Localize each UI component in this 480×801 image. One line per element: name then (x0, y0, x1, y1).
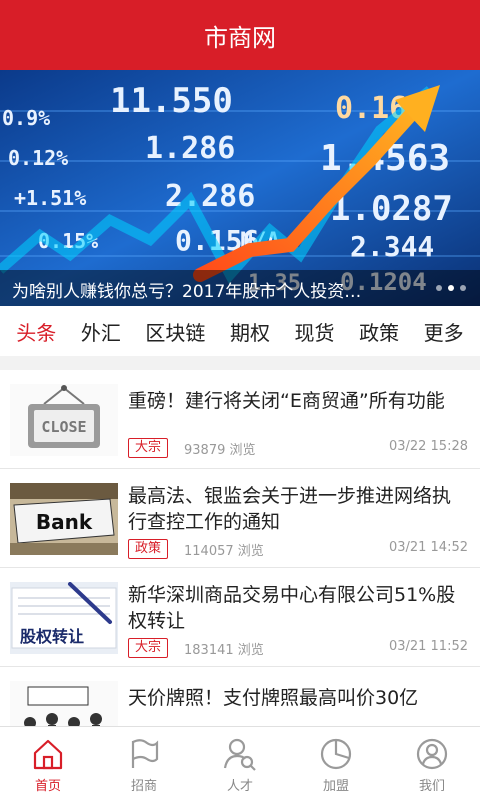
app-header: 市商网 (0, 0, 480, 70)
publish-date: 03/21 14:52 (388, 540, 468, 555)
view-count: 114057 浏览 (184, 544, 264, 559)
app-title: 市商网 (204, 23, 276, 52)
article-thumbnail: CLOSE (10, 384, 118, 456)
pie-chart-icon (320, 738, 352, 770)
carousel-dot-active (448, 285, 454, 291)
article-thumbnail: Bank (10, 483, 118, 555)
tab-more[interactable]: 更多 (424, 317, 464, 346)
nav-invest[interactable]: 招商 (96, 727, 192, 801)
category-tag: 大宗 (128, 438, 169, 458)
article-title: 重磅！建行将关闭“E商贸通”所有功能 (128, 390, 445, 412)
tab-policy[interactable]: 政策 (359, 317, 399, 346)
tab-headlines[interactable]: 头条 (16, 317, 56, 346)
carousel-dot (460, 285, 466, 291)
svg-text:1.286: 1.286 (145, 131, 235, 166)
svg-text:Bank: Bank (36, 510, 93, 534)
article-meta: 大宗 93879 浏览 03/22 15:28 (128, 438, 468, 458)
svg-text:CLOSE: CLOSE (41, 418, 86, 436)
tab-options[interactable]: 期权 (230, 317, 270, 346)
tab-spot[interactable]: 现货 (295, 317, 335, 346)
banner-caption: 为啥别人赚钱你总亏？2017年股市个人投资… (0, 270, 480, 306)
bottom-nav: 首页 招商 人才 加盟 我们 (0, 726, 480, 801)
nav-label: 招商 (130, 779, 157, 794)
nav-home[interactable]: 首页 (0, 727, 96, 801)
publish-date: 03/21 11:52 (388, 639, 468, 654)
svg-text:11.550: 11.550 (110, 81, 233, 121)
article-item[interactable]: Bank 最高法、银监会关于进一步推进网络执行查控工作的通知 政策 114057… (0, 469, 480, 568)
nav-join[interactable]: 加盟 (288, 727, 384, 801)
banner-carousel[interactable]: 11.550 1.286 2.286 0.156 1.4563 1.0287 2… (0, 70, 480, 306)
user-circle-icon (416, 738, 448, 770)
svg-text:1.0287: 1.0287 (330, 189, 453, 229)
article-item[interactable]: 股权转让 新华深圳商品交易中心有限公司51%股权转让 大宗 183141 浏览 … (0, 568, 480, 667)
article-meta: 大宗 183141 浏览 03/21 11:52 (128, 638, 468, 658)
article-thumbnail (10, 681, 118, 726)
tab-blockchain[interactable]: 区块链 (145, 317, 205, 346)
svg-text:2.344: 2.344 (350, 230, 434, 263)
tab-forex[interactable]: 外汇 (81, 317, 121, 346)
category-tabs: 头条 外汇 区块链 期权 现货 政策 更多 (0, 306, 480, 356)
nav-label: 我们 (418, 779, 445, 794)
nav-about[interactable]: 我们 (384, 727, 480, 801)
user-search-icon (223, 738, 256, 771)
nav-label: 加盟 (322, 779, 349, 794)
article-item[interactable]: CLOSE 重磅！建行将关闭“E商贸通”所有功能 大宗 93879 浏览 03/… (0, 370, 480, 469)
banner-caption-text: 为啥别人赚钱你总亏？2017年股市个人投资… (12, 282, 362, 302)
article-list: CLOSE 重磅！建行将关闭“E商贸通”所有功能 大宗 93879 浏览 03/… (0, 370, 480, 726)
category-tag: 政策 (128, 539, 169, 559)
carousel-indicator (436, 285, 466, 291)
nav-label: 首页 (34, 779, 61, 794)
article-title: 天价牌照！支付牌照最高叫价30亿 (128, 687, 419, 709)
category-tag: 大宗 (128, 638, 169, 658)
svg-text:+1.51%: +1.51% (14, 186, 86, 210)
nav-label: 人才 (226, 779, 253, 794)
view-count: 183141 浏览 (184, 643, 264, 658)
carousel-dot (436, 285, 442, 291)
nav-talent[interactable]: 人才 (192, 727, 288, 801)
article-item[interactable]: 天价牌照！支付牌照最高叫价30亿 (0, 667, 480, 726)
svg-text:0.12%: 0.12% (8, 146, 68, 170)
svg-text:股权转让: 股权转让 (20, 627, 84, 646)
home-icon (33, 739, 63, 770)
flag-icon (131, 739, 159, 768)
article-meta: 政策 114057 浏览 03/21 14:52 (128, 539, 468, 559)
article-title: 最高法、银监会关于进一步推进网络执行查控工作的通知 (128, 485, 452, 533)
article-thumbnail: 股权转让 (10, 582, 118, 654)
svg-text:0.9%: 0.9% (2, 106, 50, 130)
article-title: 新华深圳商品交易中心有限公司51%股权转让 (128, 584, 456, 632)
publish-date: 03/22 15:28 (388, 439, 468, 454)
view-count: 93879 浏览 (184, 443, 256, 458)
